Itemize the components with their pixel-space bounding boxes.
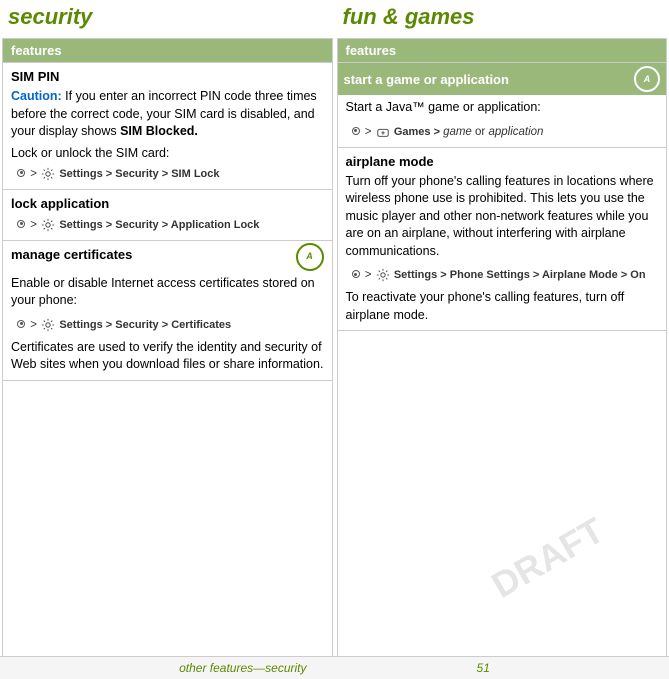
right-section-title: fun & games (335, 0, 669, 36)
java-badge-right: A (634, 66, 660, 92)
main-content: features SIM PIN Caution: If you enter a… (0, 36, 669, 659)
lock-app-title: lock application (11, 196, 324, 215)
certs-desc1: Enable or disable Internet access certif… (11, 275, 324, 310)
start-game-title: start a game or application A (338, 63, 667, 95)
manage-certs-section: manage certificates A Enable or disable … (3, 241, 332, 381)
nav-bullet-icon (17, 169, 25, 177)
airplane-desc2: To reactivate your phone's calling featu… (346, 289, 659, 324)
airplane-nav: > Settings > Phone Settings > Airplane M… (346, 265, 659, 284)
nav-arrow2: > (30, 219, 40, 231)
left-section-title: security (0, 0, 335, 36)
bottom-section-label: other features—security (179, 661, 306, 675)
sim-pin-title: SIM PIN (11, 69, 324, 88)
sim-pin-lock-text: Lock or unlock the SIM card: (11, 146, 324, 160)
nav-bullet-icon3 (17, 320, 25, 328)
nav-arrow4: > (365, 126, 375, 138)
settings-gear-icon (41, 167, 55, 181)
java-badge: A (296, 243, 324, 271)
start-game-nav: > Games > game or application (346, 122, 659, 141)
airplane-title: airplane mode (346, 154, 659, 173)
sim-pin-section: SIM PIN Caution: If you enter an incorre… (3, 63, 332, 190)
games-path: Games > (394, 126, 443, 138)
games-path-italic: game (443, 126, 472, 138)
airplane-section: airplane mode Turn off your phone's call… (338, 148, 667, 332)
manage-certs-title: manage certificates A (11, 247, 324, 275)
start-game-section: start a game or application A Start a Ja… (338, 63, 667, 148)
settings-gear-icon4 (376, 268, 390, 282)
right-column: features start a game or application A S… (337, 38, 668, 657)
manage-certs-label: manage certificates (11, 247, 132, 262)
caution-label: Caution: (11, 89, 62, 103)
nav-bullet-icon5 (352, 270, 360, 278)
sim-pin-caution-text: Caution: If you enter an incorrect PIN c… (11, 88, 324, 141)
lock-app-section: lock application > Settings > Security >… (3, 190, 332, 241)
nav-bullet-icon2 (17, 220, 25, 228)
nav-bullet-icon4 (352, 127, 360, 135)
start-game-desc: Start a Java™ game or application: (346, 99, 659, 117)
java-badge-text: A (306, 252, 313, 261)
nav-arrow3: > (30, 319, 40, 331)
page-number: 51 (477, 661, 490, 675)
airplane-desc1: Turn off your phone's calling features i… (346, 173, 659, 261)
lock-app-nav: > Settings > Security > Application Lock (11, 215, 324, 234)
games-icon (376, 125, 390, 139)
title-bar: security fun & games (0, 0, 669, 36)
right-col-header: features (338, 39, 667, 63)
certs-path: Settings > Security > Certificates (59, 319, 231, 331)
games-path-italic2: application (488, 126, 543, 138)
lock-app-path: Settings > Security > Application Lock (59, 219, 259, 231)
settings-gear-icon2 (41, 218, 55, 232)
settings-gear-icon3 (41, 318, 55, 332)
sim-blocked-text: SIM Blocked. (120, 124, 198, 138)
certs-nav: > Settings > Security > Certificates (11, 315, 324, 334)
sim-pin-nav: > Settings > Security > SIM Lock (11, 164, 324, 183)
sim-pin-path: Settings > Security > SIM Lock (59, 168, 219, 180)
bottom-bar: other features—security 51 (0, 656, 669, 679)
nav-arrow: > (30, 168, 40, 180)
nav-arrow5: > (365, 269, 375, 281)
airplane-path: Settings > Phone Settings > Airplane Mod… (394, 269, 646, 281)
games-path-or: or (472, 126, 489, 138)
certs-desc2: Certificates are used to verify the iden… (11, 339, 324, 374)
start-game-label: start a game or application (344, 72, 509, 87)
left-column: features SIM PIN Caution: If you enter a… (2, 38, 333, 657)
left-col-header: features (3, 39, 332, 63)
